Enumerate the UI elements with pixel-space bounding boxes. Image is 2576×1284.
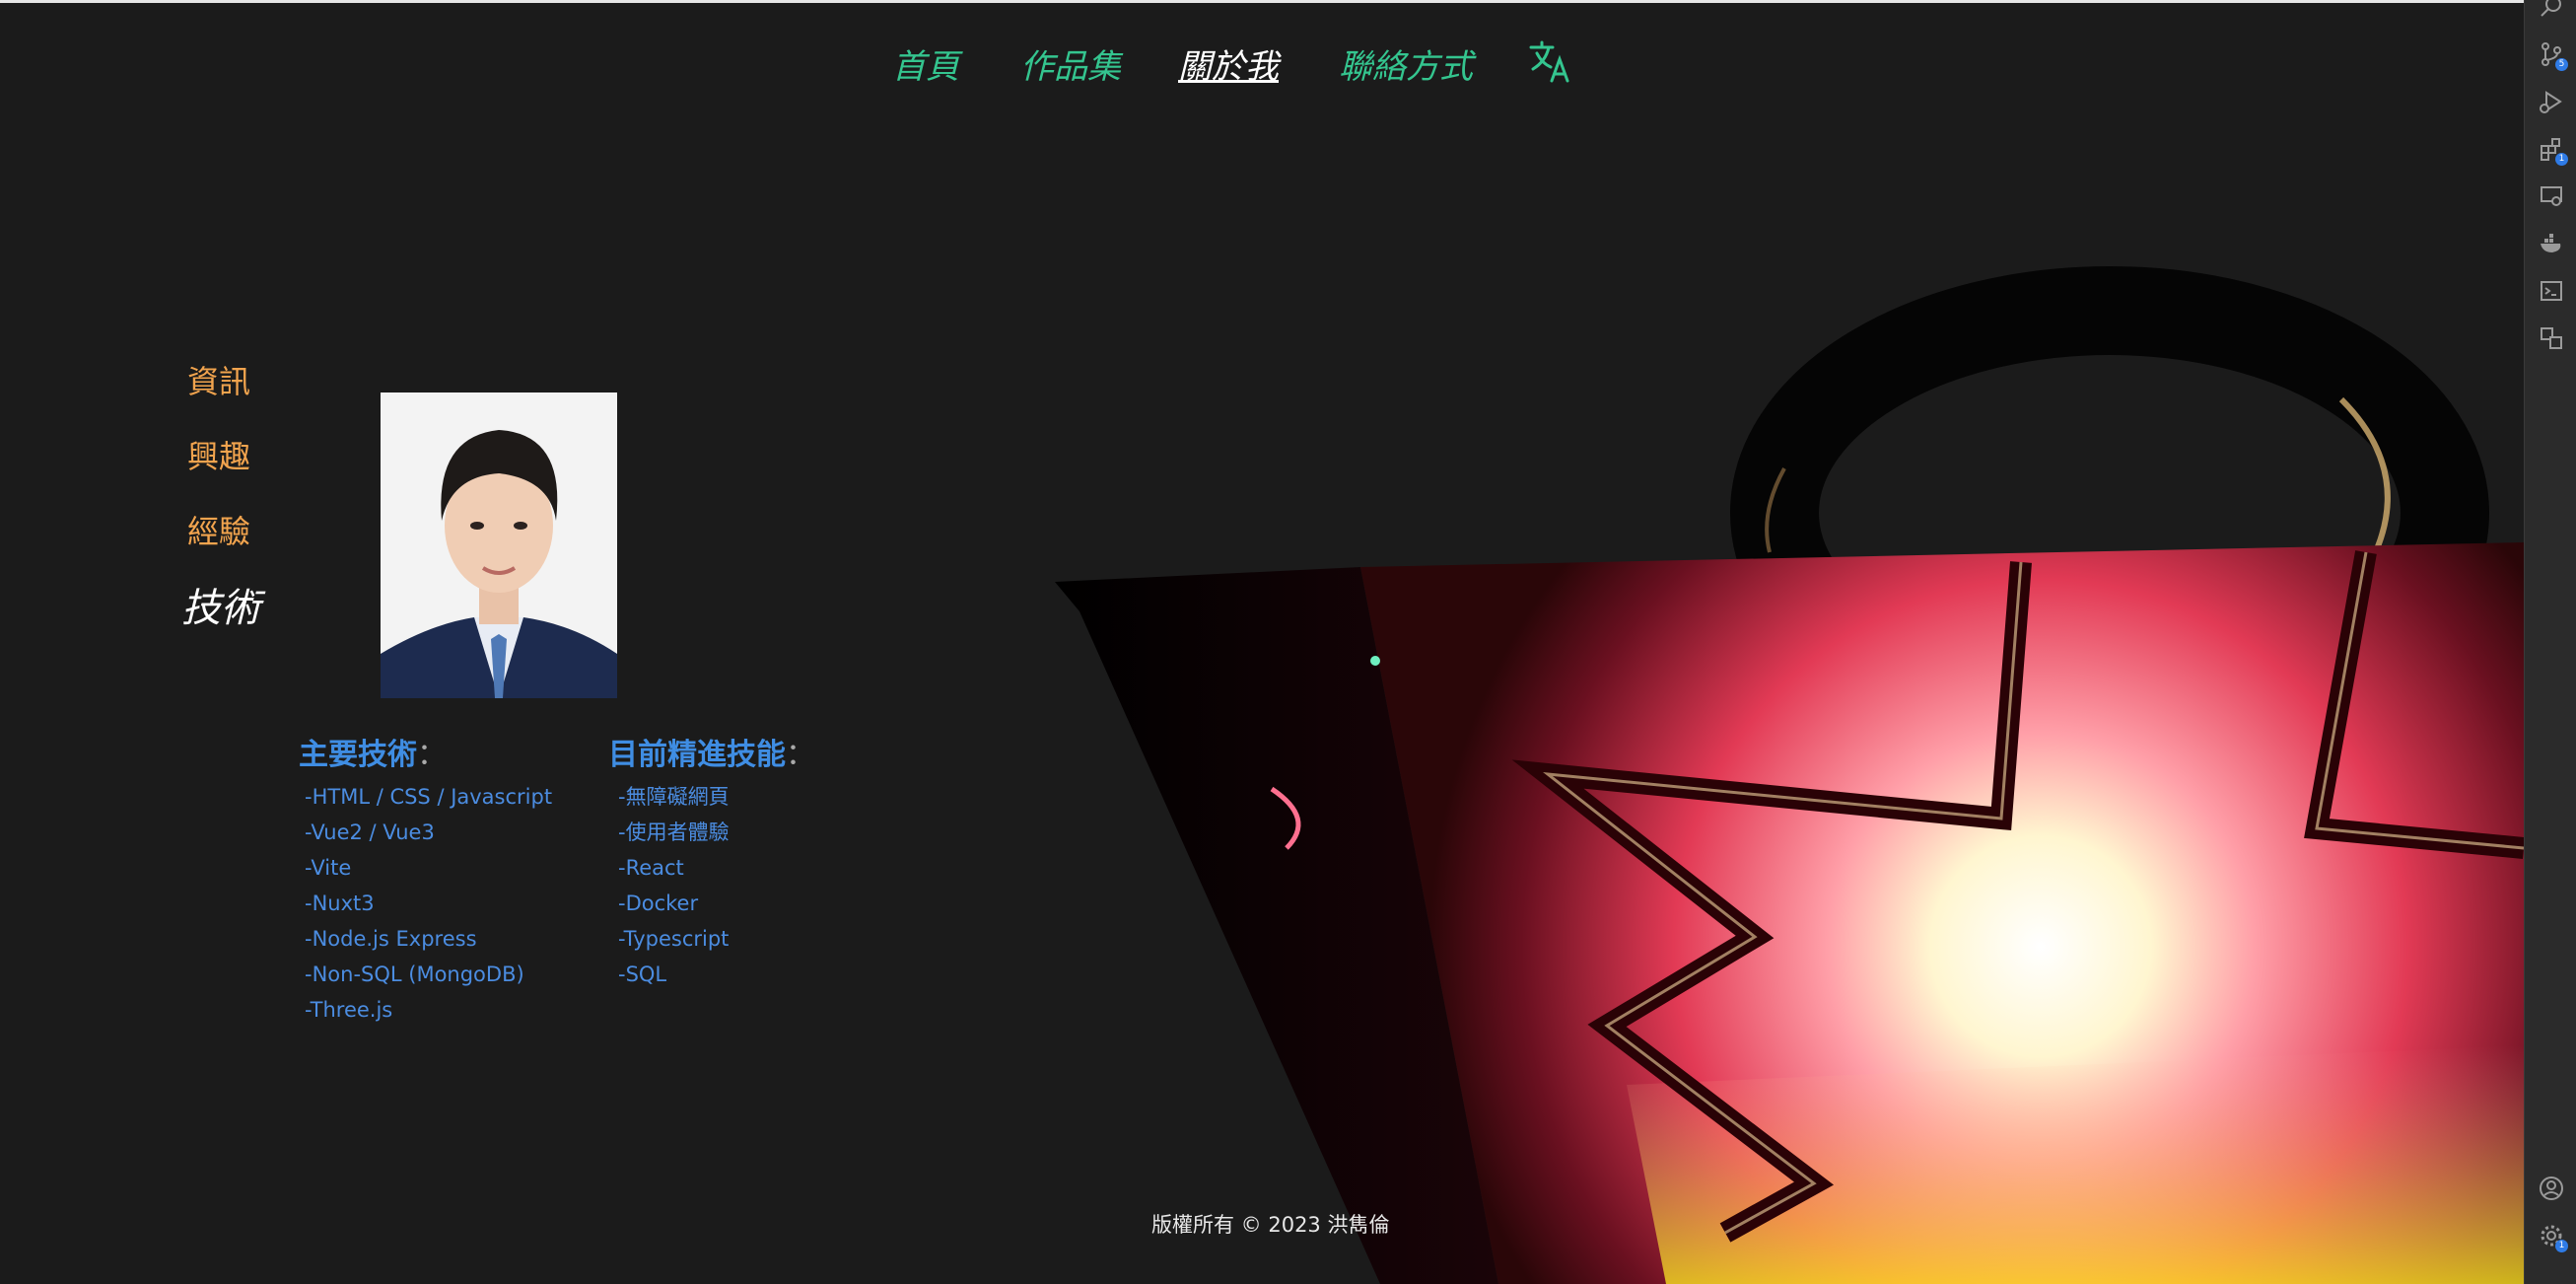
nav-portfolio[interactable]: 作品集: [1020, 39, 1121, 88]
list-item: -Vite: [305, 856, 352, 880]
copyright-footer: 版權所有 © 2023 洪雋倫: [1151, 1213, 1390, 1237]
top-border: [0, 0, 2524, 3]
terminal-icon[interactable]: [2539, 278, 2564, 304]
side-item-skills[interactable]: 技術: [181, 576, 260, 633]
list-item: -Non-SQL (MongoDB): [305, 963, 524, 986]
extensions-badge: 1: [2555, 153, 2568, 166]
nav-home[interactable]: 首頁: [892, 39, 959, 88]
main-skills-heading: 主要技術：: [299, 738, 447, 772]
search-icon[interactable]: [2539, 0, 2564, 20]
list-item: -React: [618, 856, 684, 880]
main-skills-list: -HTML / CSS / Javascript -Vue2 / Vue3 -V…: [305, 779, 552, 1028]
activity-bar: 5 1 1: [2524, 0, 2576, 1284]
list-item: -SQL: [618, 963, 667, 986]
list-item: -Docker: [618, 892, 699, 915]
side-item-experience[interactable]: 經驗: [187, 507, 250, 552]
source-control-icon[interactable]: 5: [2539, 41, 2568, 71]
list-item: -Three.js: [305, 998, 393, 1022]
list-item: -使用者體驗: [618, 820, 730, 844]
side-item-info[interactable]: 資訊: [187, 357, 250, 402]
current-skills-heading: 目前精進技能：: [608, 738, 815, 772]
run-debug-icon[interactable]: [2539, 89, 2564, 114]
about-page: 首頁 作品集 關於我 聯絡方式 資訊 興趣 經驗 技術 主要技術： -HTML …: [0, 0, 2524, 1284]
account-icon[interactable]: [2539, 1176, 2564, 1201]
nav-contact[interactable]: 聯絡方式: [1339, 39, 1473, 88]
remote-explorer-icon[interactable]: [2539, 183, 2564, 209]
translate-panel-icon[interactable]: [2539, 325, 2564, 351]
settings-badge: 1: [2555, 1240, 2568, 1252]
current-skills-list: -無障礙網頁 -使用者體驗 -React -Docker -Typescript…: [618, 779, 730, 992]
source-control-badge: 5: [2555, 58, 2568, 71]
extensions-icon[interactable]: 1: [2539, 136, 2568, 166]
profile-photo: [381, 392, 617, 698]
list-item: -Nuxt3: [305, 892, 375, 915]
translate-icon[interactable]: [1528, 39, 1571, 83]
side-item-hobbies[interactable]: 興趣: [187, 432, 250, 477]
list-item: -Typescript: [618, 927, 730, 951]
settings-icon[interactable]: 1: [2539, 1223, 2568, 1252]
nav-about[interactable]: 關於我: [1178, 39, 1279, 88]
list-item: -Vue2 / Vue3: [305, 820, 435, 844]
top-nav: 首頁 作品集 關於我 聯絡方式: [0, 39, 2524, 89]
3d-scene-canvas[interactable]: [1035, 197, 2524, 1284]
docker-icon[interactable]: [2539, 231, 2564, 256]
list-item: -無障礙網頁: [618, 785, 730, 809]
list-item: -HTML / CSS / Javascript: [305, 785, 553, 809]
list-item: -Node.js Express: [305, 927, 477, 951]
